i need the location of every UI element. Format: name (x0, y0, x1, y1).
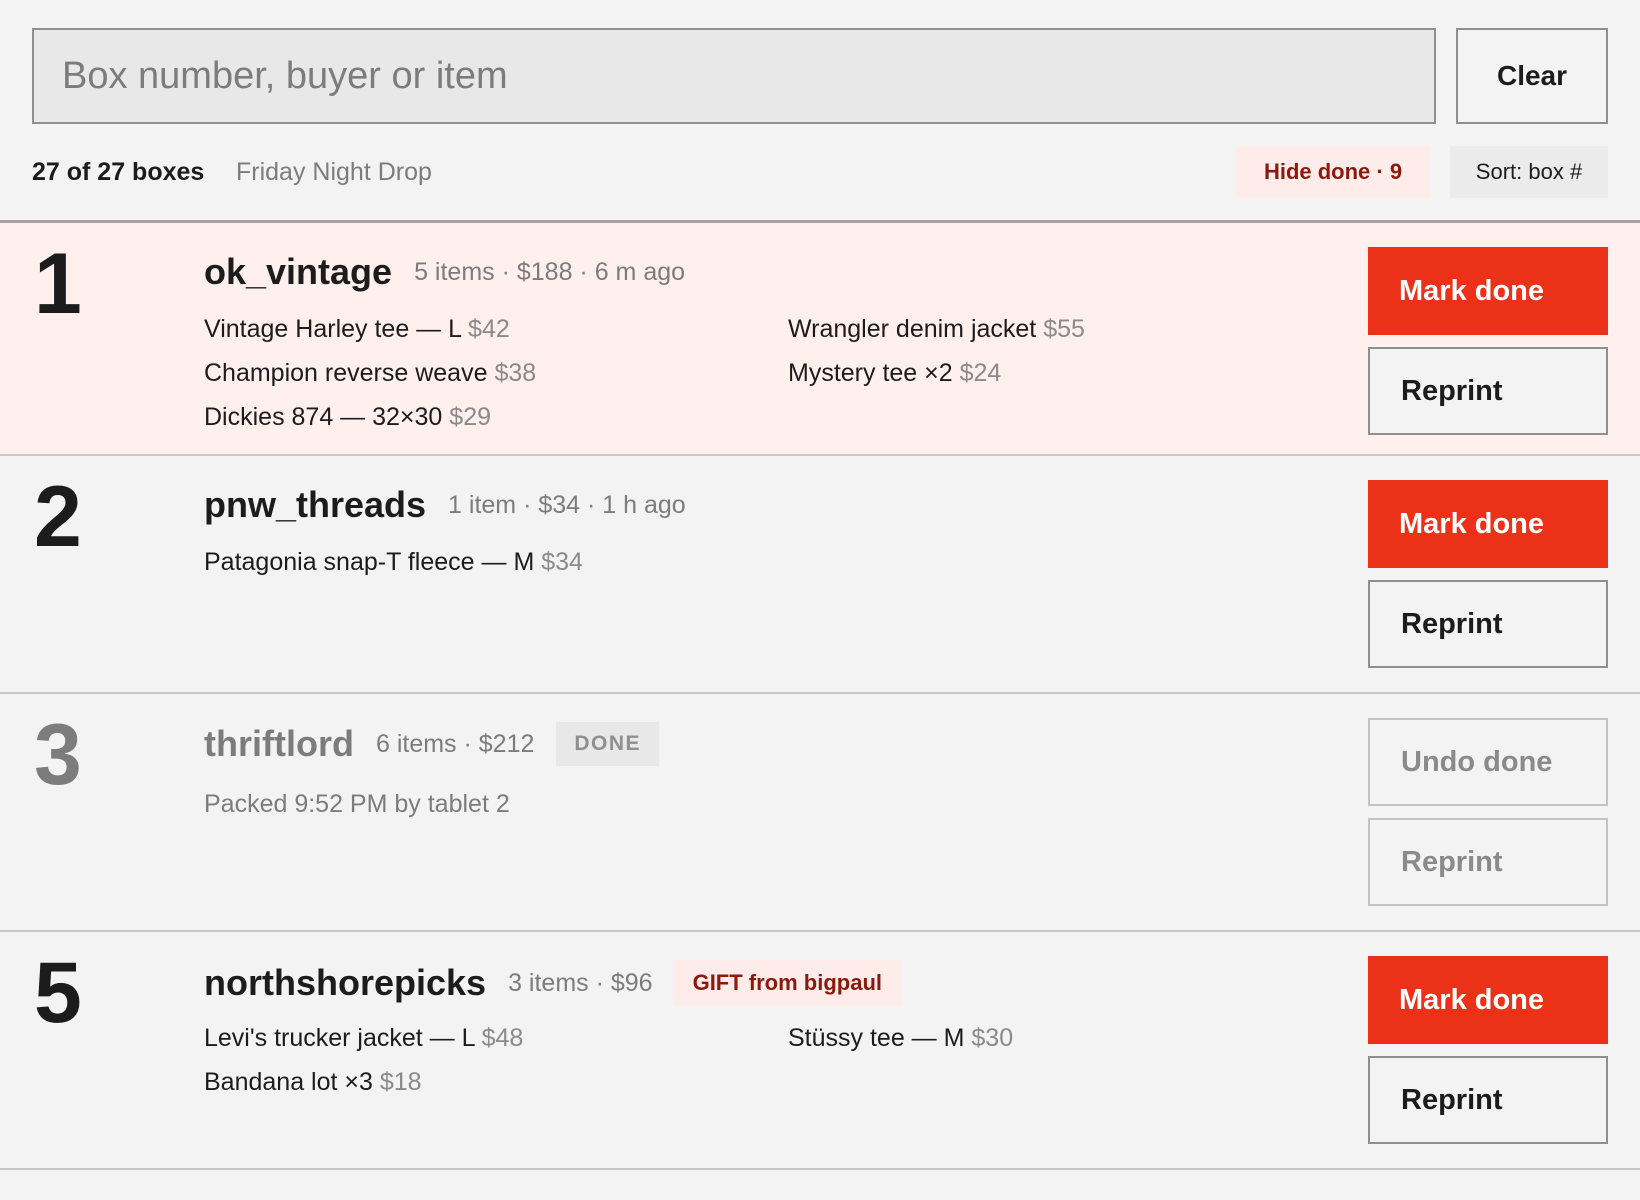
list-item: Vintage Harley tee — L $42 (204, 315, 788, 345)
box-row: 2 pnw_threads 1 item · $34 · 1 h ago Pat… (0, 456, 1640, 694)
buyer-name: thriftlord (204, 723, 354, 764)
list-item: Patagonia snap-T fleece — M $34 (204, 548, 788, 578)
list-item: Stüssy tee — M $30 (788, 1024, 1324, 1054)
item-name: Vintage Harley tee — L (204, 315, 462, 343)
box-row: 5 northshorepicks 3 items · $96 GIFT fro… (0, 932, 1640, 1170)
mark-done-button[interactable]: Mark done (1368, 956, 1608, 1044)
buyer-line: pnw_threads 1 item · $34 · 1 h ago (204, 484, 686, 526)
item-price: $18 (379, 1068, 422, 1096)
buyer-name: pnw_threads (204, 484, 427, 525)
order-summary: 6 items · $212 (375, 729, 535, 758)
status-bar: 27 of 27 boxes Friday Night Drop Hide do… (32, 146, 1608, 198)
item-name: Patagonia snap-T fleece — M (204, 548, 535, 576)
item-name: Levi's trucker jacket — L (204, 1024, 475, 1052)
item-list: Patagonia snap-T fleece — M $34 (204, 548, 1324, 578)
item-price: $30 (971, 1024, 1014, 1052)
reprint-button[interactable]: Reprint (1368, 347, 1608, 435)
box-count: 27 of 27 boxes (32, 158, 205, 186)
search-bar: Clear (32, 28, 1608, 126)
packed-note: Packed 9:52 PM by tablet 2 (204, 790, 510, 818)
item-price: $38 (494, 359, 537, 387)
mark-done-button[interactable]: Mark done (1368, 480, 1608, 568)
reprint-button[interactable]: Reprint (1368, 1056, 1608, 1144)
row-actions: Mark done Reprint (1368, 480, 1608, 668)
sort-button[interactable]: Sort: box # (1450, 146, 1608, 198)
list-item: Champion reverse weave $38 (204, 359, 788, 389)
row-actions: Mark done Reprint (1368, 956, 1608, 1144)
item-price: $48 (481, 1024, 524, 1052)
item-price: $24 (959, 359, 1002, 387)
undo-done-button[interactable]: Undo done (1368, 718, 1608, 806)
mark-done-button[interactable]: Mark done (1368, 247, 1608, 335)
box-row: 1 ok_vintage 5 items · $188 · 6 m ago Vi… (0, 223, 1640, 456)
search-input[interactable] (32, 28, 1436, 124)
gift-badge: GIFT from bigpaul (672, 960, 903, 1006)
item-name: Dickies 874 — 32×30 (204, 403, 443, 431)
event-name: Friday Night Drop (236, 158, 432, 186)
list-item: Bandana lot ×3 $18 (204, 1068, 788, 1098)
item-list: Levi's trucker jacket — L $48 Stüssy tee… (204, 1024, 1324, 1098)
list-item: Wrangler denim jacket $55 (788, 315, 1324, 345)
buyer-name: ok_vintage (204, 251, 393, 292)
box-number: 1 (34, 236, 82, 332)
row-actions: Mark done Reprint (1368, 247, 1608, 435)
reprint-button[interactable]: Reprint (1368, 818, 1608, 906)
buyer-line: thriftlord 6 items · $212 DONE (204, 722, 660, 766)
item-price: $34 (541, 548, 583, 576)
box-number: 2 (34, 469, 82, 565)
list-item: Levi's trucker jacket — L $48 (204, 1024, 788, 1054)
buyer-name: northshorepicks (204, 962, 487, 1003)
clear-button[interactable]: Clear (1456, 28, 1608, 124)
box-list: 1 ok_vintage 5 items · $188 · 6 m ago Vi… (0, 220, 1640, 1170)
item-name: Mystery tee ×2 (788, 359, 953, 387)
box-number: 3 (34, 707, 82, 803)
buyer-line: northshorepicks 3 items · $96 GIFT from … (204, 960, 903, 1006)
order-summary: 5 items · $188 · 6 m ago (414, 257, 686, 286)
item-name: Wrangler denim jacket (788, 315, 1037, 343)
reprint-button[interactable]: Reprint (1368, 580, 1608, 668)
list-item: Dickies 874 — 32×30 $29 (204, 403, 788, 433)
order-summary: 3 items · $96 (508, 968, 653, 997)
row-actions: Undo done Reprint (1368, 718, 1608, 906)
item-name: Bandana lot ×3 (204, 1068, 373, 1096)
buyer-line: ok_vintage 5 items · $188 · 6 m ago (204, 251, 685, 293)
box-number: 5 (34, 945, 82, 1041)
item-price: $29 (449, 403, 492, 431)
list-item: Mystery tee ×2 $24 (788, 359, 1324, 389)
box-row: 3 thriftlord 6 items · $212 DONE Packed … (0, 694, 1640, 932)
item-price: $42 (468, 315, 510, 343)
item-name: Stüssy tee — M (788, 1024, 965, 1052)
status-badge: DONE (556, 722, 660, 766)
item-list: Vintage Harley tee — L $42 Wrangler deni… (204, 315, 1324, 433)
item-price: $55 (1043, 315, 1085, 343)
item-name: Champion reverse weave (204, 359, 488, 387)
hide-done-toggle[interactable]: Hide done · 9 (1236, 146, 1430, 198)
order-summary: 1 item · $34 · 1 h ago (448, 490, 686, 519)
